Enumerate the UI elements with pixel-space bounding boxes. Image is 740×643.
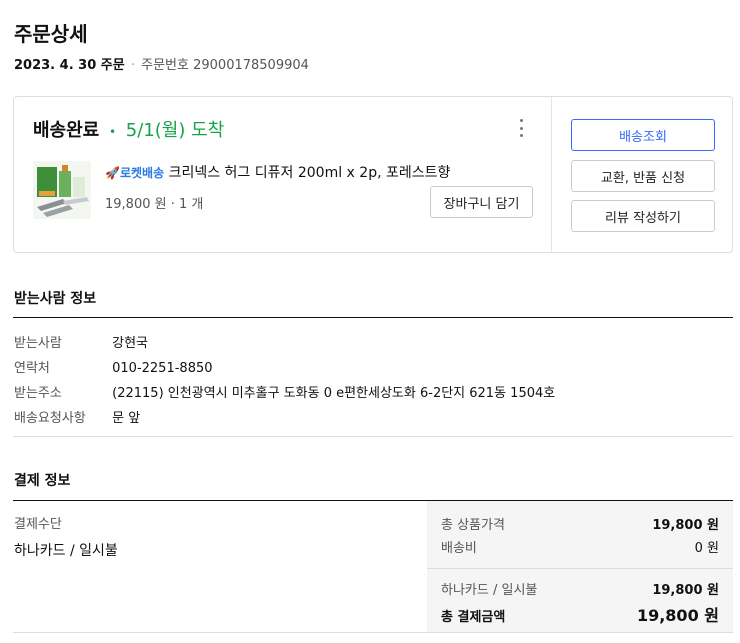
summary-row-shipping: 배송비 0 원 bbox=[441, 537, 719, 556]
payment-section-title: 결제 정보 bbox=[14, 473, 71, 489]
summary-row-card: 하나카드 / 일시불 19,800 원 bbox=[441, 579, 719, 598]
product-price-qty: 19,800 원 · 1 개 bbox=[105, 193, 203, 212]
summary-row-product-total: 총 상품가격 19,800 원 bbox=[441, 514, 719, 533]
product-quantity: 1 개 bbox=[179, 197, 204, 212]
row-label: 받는사람 bbox=[14, 336, 62, 351]
product-name[interactable]: 크리넥스 허그 디퓨저 200ml x 2p, 포레스트향 bbox=[169, 165, 451, 181]
summary-label: 총 상품가격 bbox=[441, 518, 505, 533]
rocket-delivery-badge: 로켓배송 bbox=[119, 166, 165, 180]
product-thumbnail[interactable] bbox=[33, 161, 91, 219]
grand-total-value: 19,800 원 bbox=[636, 606, 719, 625]
product-name-line[interactable]: 🚀로켓배송 크리넥스 허그 디퓨저 200ml x 2p, 포레스트향 bbox=[105, 162, 450, 182]
status-separator: • bbox=[108, 125, 117, 139]
rocket-icon: 🚀 bbox=[105, 166, 120, 180]
delivery-status-line: 배송완료 • 5/1(월) 도착 bbox=[33, 116, 224, 142]
payment-method-value: 하나카드 / 일시불 bbox=[14, 543, 118, 559]
recipient-bottom-rule bbox=[13, 436, 733, 437]
summary-value: 19,800 원 bbox=[652, 518, 719, 533]
payment-bottom-rule bbox=[13, 632, 733, 633]
track-delivery-button[interactable]: 배송조회 bbox=[571, 119, 715, 151]
summary-value: 0 원 bbox=[694, 541, 719, 556]
summary-label: 하나카드 / 일시불 bbox=[441, 583, 538, 598]
row-label: 배송요청사항 bbox=[14, 411, 86, 426]
recipient-section-title: 받는사람 정보 bbox=[14, 291, 97, 307]
recipient-row-phone: 연락처 010-2251-8850 bbox=[14, 357, 213, 376]
exchange-return-button[interactable]: 교환, 반품 신청 bbox=[571, 160, 715, 192]
row-label: 받는주소 bbox=[14, 386, 62, 401]
recipient-row-address: 받는주소 (22115) 인천광역시 미추홀구 도화동 0 e편한세상도화 6-… bbox=[14, 382, 555, 401]
payment-method-label: 결제수단 bbox=[14, 517, 62, 532]
product-price: 19,800 원 bbox=[105, 197, 167, 212]
order-meta: 2023. 4. 30 주문 · 주문번호 29000178509904 bbox=[14, 54, 309, 73]
row-value: 강현국 bbox=[112, 336, 149, 351]
summary-label: 배송비 bbox=[441, 541, 477, 556]
payment-summary: 총 상품가격 19,800 원 배송비 0 원 하나카드 / 일시불 19,80… bbox=[427, 501, 733, 632]
arrival-date: 5/1(월) 도착 bbox=[125, 120, 225, 141]
more-options-icon[interactable] bbox=[514, 119, 528, 137]
row-value: 문 앞 bbox=[112, 411, 141, 426]
order-card: 배송완료 • 5/1(월) 도착 🚀로켓배송 크리넥스 허그 디퓨저 200ml… bbox=[13, 96, 733, 253]
recipient-row-name: 받는사람 강현국 bbox=[14, 332, 148, 351]
row-value: 010-2251-8850 bbox=[112, 361, 213, 376]
grand-total-label: 총 결제금액 bbox=[441, 610, 506, 625]
order-number-label: 주문번호 bbox=[141, 58, 189, 73]
order-number: 29000178509904 bbox=[193, 58, 309, 73]
summary-divider bbox=[427, 568, 733, 569]
delivery-status: 배송완료 bbox=[33, 120, 100, 141]
row-label: 연락처 bbox=[14, 361, 50, 376]
price-separator: · bbox=[170, 197, 175, 212]
write-review-button[interactable]: 리뷰 작성하기 bbox=[571, 200, 715, 232]
row-value: (22115) 인천광역시 미추홀구 도화동 0 e편한세상도화 6-2단지 6… bbox=[112, 386, 556, 401]
recipient-top-rule bbox=[13, 317, 733, 318]
add-to-cart-button[interactable]: 장바구니 담기 bbox=[430, 186, 533, 218]
summary-row-grand-total: 총 결제금액 19,800 원 bbox=[441, 602, 719, 626]
meta-separator: · bbox=[130, 58, 135, 73]
page-title: 주문상세 bbox=[14, 22, 88, 46]
summary-value: 19,800 원 bbox=[652, 583, 719, 598]
recipient-row-request: 배송요청사항 문 앞 bbox=[14, 407, 140, 426]
order-date: 2023. 4. 30 주문 bbox=[14, 58, 125, 73]
card-divider bbox=[551, 97, 552, 252]
